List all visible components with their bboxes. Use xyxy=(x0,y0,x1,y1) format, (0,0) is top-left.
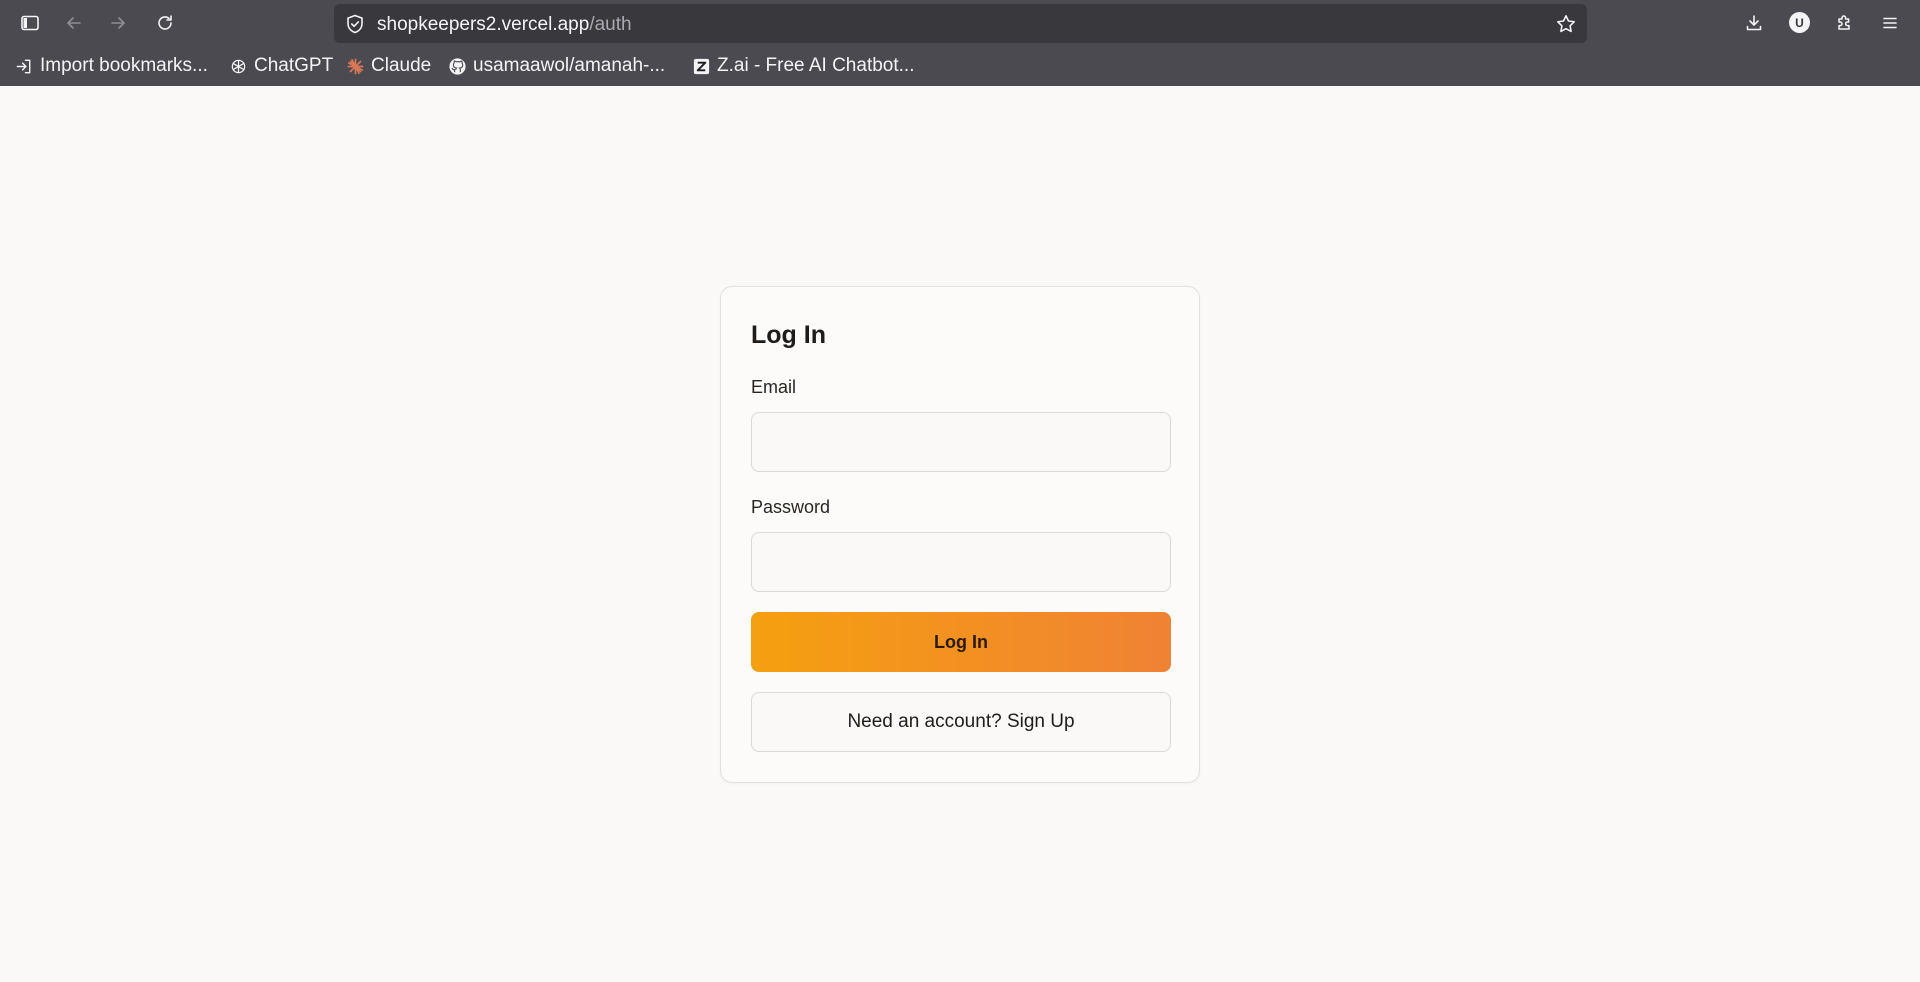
bookmark-github[interactable]: usamaawol/amanah-... xyxy=(448,55,665,77)
email-label: Email xyxy=(751,377,797,397)
login-card: Log In Email Password Log In Need an acc… xyxy=(720,286,1200,783)
url-host: shopkeepers2.vercel.app xyxy=(377,14,590,35)
url-bar[interactable]: shopkeepers2.vercel.app/auth xyxy=(334,4,1587,43)
download-icon xyxy=(1746,15,1762,31)
bookmark-label: ChatGPT xyxy=(254,55,334,76)
bookmark-chatgpt[interactable]: ChatGPT xyxy=(229,55,333,77)
account-avatar[interactable]: U xyxy=(1789,12,1810,33)
github-icon xyxy=(449,57,466,75)
sidebar-icon xyxy=(21,15,39,31)
arrow-right-icon xyxy=(111,17,125,29)
reload-button[interactable] xyxy=(148,6,182,40)
url-text[interactable]: shopkeepers2.vercel.app/auth xyxy=(377,14,632,36)
shield-icon[interactable] xyxy=(344,13,366,35)
app-menu-button[interactable] xyxy=(1873,6,1907,40)
import-icon xyxy=(16,59,31,73)
claude-icon xyxy=(347,58,364,74)
sidebar-toggle-button[interactable] xyxy=(13,6,47,40)
bookmark-claude[interactable]: Claude xyxy=(346,55,431,77)
reload-icon xyxy=(158,15,172,30)
forward-button[interactable] xyxy=(101,6,135,40)
openai-icon xyxy=(231,59,246,73)
arrow-left-icon xyxy=(67,17,81,29)
browser-toolbar: shopkeepers2.vercel.app/auth U xyxy=(0,0,1920,45)
bookmark-label: Claude xyxy=(371,55,432,76)
bookmark-zai[interactable]: Z.ai - Free AI Chatbot... xyxy=(692,55,914,77)
bookmark-label: usamaawol/amanah-... xyxy=(473,55,666,76)
password-field[interactable] xyxy=(751,532,1171,592)
hamburger-menu-icon xyxy=(1883,17,1897,29)
bookmarks-bar: Import bookmarks... ChatGPT Claude usama… xyxy=(0,45,1920,86)
password-label: Password xyxy=(751,497,831,517)
login-button[interactable]: Log In xyxy=(751,612,1171,672)
downloads-button[interactable] xyxy=(1737,6,1771,40)
url-path: /auth xyxy=(589,14,632,35)
signup-button[interactable]: Need an account? Sign Up xyxy=(751,692,1171,752)
bookmark-label: Import bookmarks... xyxy=(40,55,208,76)
bookmark-label: Z.ai - Free AI Chatbot... xyxy=(717,55,915,76)
login-title: Log In xyxy=(751,321,826,349)
extensions-button[interactable] xyxy=(1828,6,1862,40)
zai-icon xyxy=(693,58,710,74)
puzzle-icon xyxy=(1838,15,1850,30)
back-button[interactable] xyxy=(57,6,91,40)
star-icon[interactable] xyxy=(1555,13,1577,35)
bookmark-import[interactable]: Import bookmarks... xyxy=(15,55,208,77)
email-field[interactable] xyxy=(751,412,1171,472)
